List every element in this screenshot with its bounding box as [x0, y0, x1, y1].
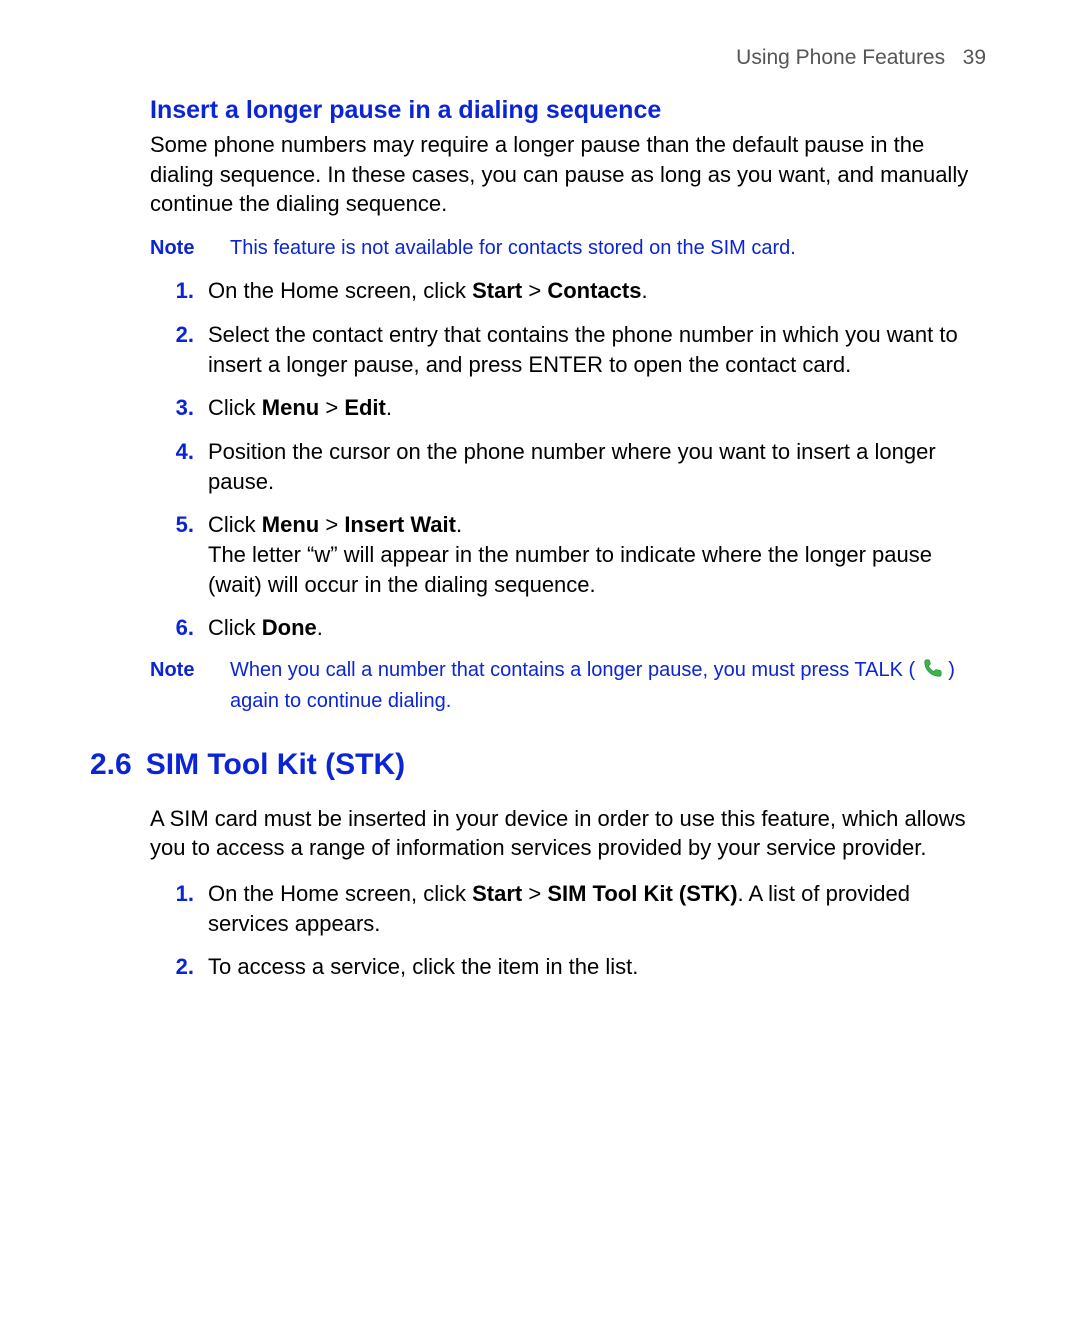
step-item: 3. Click Menu > Edit. [150, 393, 990, 423]
step-item: 6. Click Done. [150, 613, 990, 643]
step-number: 2. [150, 320, 208, 350]
talk-icon [921, 658, 943, 688]
step-body: On the Home screen, click Start > SIM To… [208, 879, 990, 938]
step-item: 4. Position the cursor on the phone numb… [150, 437, 990, 496]
step-body: Select the contact entry that contains t… [208, 320, 990, 379]
note-text: When you call a number that contains a l… [230, 657, 990, 715]
note-block-2: Note When you call a number that contain… [150, 657, 990, 715]
step-item: 1. On the Home screen, click Start > Con… [150, 276, 990, 306]
step-number: 2. [150, 952, 208, 982]
step-item: 5. Click Menu > Insert Wait. The letter … [150, 510, 990, 599]
step-number: 6. [150, 613, 208, 643]
steps-list-2: 1. On the Home screen, click Start > SIM… [150, 879, 990, 982]
step-body: Click Done. [208, 613, 990, 643]
step-body: Click Menu > Edit. [208, 393, 990, 423]
step-body: To access a service, click the item in t… [208, 952, 990, 982]
step-number: 3. [150, 393, 208, 423]
step-item: 2. Select the contact entry that contain… [150, 320, 990, 379]
step-body: On the Home screen, click Start > Contac… [208, 276, 990, 306]
intro-paragraph: Some phone numbers may require a longer … [150, 130, 990, 219]
section-title: SIM Tool Kit (STK) [146, 745, 405, 786]
section-number: 2.6 [90, 745, 132, 786]
step-number: 5. [150, 510, 208, 540]
note-text: This feature is not available for contac… [230, 235, 990, 262]
step-body: Position the cursor on the phone number … [208, 437, 990, 496]
step-number: 4. [150, 437, 208, 467]
note-label: Note [150, 657, 230, 684]
subheading-insert-longer-pause: Insert a longer pause in a dialing seque… [150, 94, 990, 128]
steps-list-1: 1. On the Home screen, click Start > Con… [150, 276, 990, 643]
step-item: 1. On the Home screen, click Start > SIM… [150, 879, 990, 938]
runhead-page: 39 [963, 46, 986, 69]
runhead-section: Using Phone Features [736, 46, 945, 69]
step-number: 1. [150, 276, 208, 306]
step-body: Click Menu > Insert Wait. The letter “w”… [208, 510, 990, 599]
note-label: Note [150, 235, 230, 262]
page: Using Phone Features 39 Insert a longer … [0, 0, 1080, 1056]
step-extra: The letter “w” will appear in the number… [208, 540, 990, 599]
step-number: 1. [150, 879, 208, 909]
stk-intro: A SIM card must be inserted in your devi… [150, 804, 990, 863]
running-header: Using Phone Features 39 [90, 44, 990, 72]
note-block-1: Note This feature is not available for c… [150, 235, 990, 262]
section-heading-sim-toolkit: 2.6 SIM Tool Kit (STK) [90, 745, 990, 786]
step-item: 2. To access a service, click the item i… [150, 952, 990, 982]
